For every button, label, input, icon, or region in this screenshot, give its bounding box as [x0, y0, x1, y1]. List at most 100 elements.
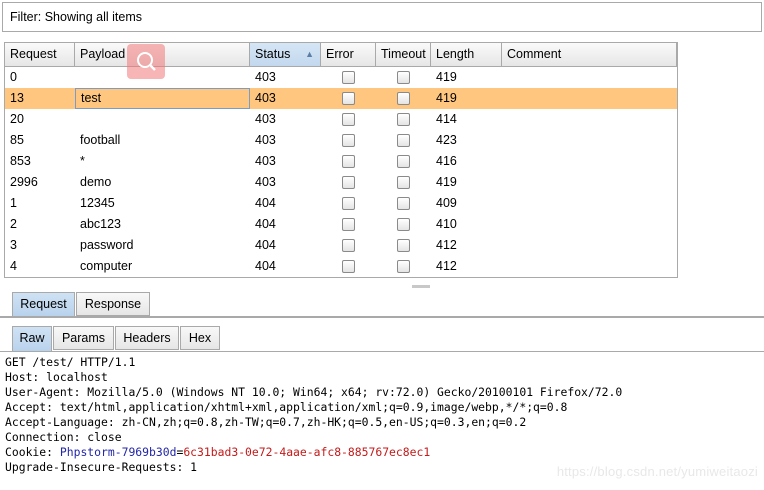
search-overlay[interactable]	[127, 44, 165, 79]
cell-length: 416	[436, 154, 457, 168]
table-row[interactable]: 20 403 414	[5, 109, 677, 130]
column-header-status-label: Status	[255, 47, 291, 61]
cell-payload: test	[75, 88, 250, 109]
request-line: GET /test/ HTTP/1.1	[5, 355, 136, 369]
tab-headers[interactable]: Headers	[115, 326, 179, 350]
error-checkbox-icon[interactable]	[342, 218, 355, 231]
cell-length: 419	[436, 175, 457, 189]
cell-request: 853	[10, 154, 31, 168]
cell-request: 85	[10, 133, 24, 147]
timeout-checkbox-icon[interactable]	[397, 260, 410, 273]
cell-status: 403	[255, 154, 276, 168]
tab-params[interactable]: Params	[53, 326, 114, 350]
cookie-label: Cookie:	[5, 445, 60, 459]
filter-label: Filter: Showing all items	[10, 10, 142, 24]
table-row[interactable]: 2996 demo 403 419	[5, 172, 677, 193]
split-grip-icon	[412, 285, 430, 288]
cell-payload: computer	[80, 259, 133, 273]
error-checkbox-icon[interactable]	[342, 176, 355, 189]
cell-length: 419	[436, 70, 457, 84]
cell-length: 423	[436, 133, 457, 147]
timeout-checkbox-icon[interactable]	[397, 239, 410, 252]
message-tab-bar-divider	[0, 351, 764, 352]
header-host: Host: localhost	[5, 370, 108, 384]
cell-length: 414	[436, 112, 457, 126]
cell-status: 403	[255, 175, 276, 189]
cell-status: 404	[255, 196, 276, 210]
cookie-name: Phpstorm-7969b30d	[59, 445, 177, 459]
cell-comment	[502, 88, 677, 109]
cell-comment	[502, 256, 677, 277]
cell-status: 403	[255, 91, 276, 105]
table-row[interactable]: 2 abc123 404 410	[5, 214, 677, 235]
cell-request: 2996	[10, 175, 38, 189]
timeout-checkbox-icon[interactable]	[397, 176, 410, 189]
cell-payload: 12345	[80, 196, 115, 210]
column-header-status[interactable]: Status ▲	[250, 43, 321, 66]
table-row[interactable]: 13 test 403 419	[5, 88, 677, 109]
cell-status: 403	[255, 70, 276, 84]
error-checkbox-icon[interactable]	[342, 260, 355, 273]
cell-payload: football	[80, 133, 121, 147]
cell-length: 412	[436, 259, 457, 273]
split-divider[interactable]	[0, 282, 764, 291]
timeout-checkbox-icon[interactable]	[397, 113, 410, 126]
filter-bar[interactable]: Filter: Showing all items	[2, 2, 762, 32]
cell-payload: *	[80, 154, 85, 168]
header-upgrade-insecure-requests: Upgrade-Insecure-Requests: 1	[5, 460, 198, 474]
header-cookie: Cookie: Phpstorm-7969b30d=6c31bad3-0e72-…	[5, 445, 430, 460]
error-checkbox-icon[interactable]	[342, 197, 355, 210]
table-row[interactable]: 4 computer 404 412	[5, 256, 677, 277]
results-table-header: Request Payload Status ▲ Error Timeout L…	[5, 43, 677, 67]
cell-payload: password	[80, 238, 134, 252]
cell-comment	[502, 193, 677, 214]
tab-request[interactable]: Request	[12, 292, 75, 317]
cell-request: 0	[10, 70, 17, 84]
table-row[interactable]: 85 football 403 423	[5, 130, 677, 151]
error-checkbox-icon[interactable]	[342, 239, 355, 252]
error-checkbox-icon[interactable]	[342, 71, 355, 84]
cell-status: 403	[255, 112, 276, 126]
error-checkbox-icon[interactable]	[342, 134, 355, 147]
timeout-checkbox-icon[interactable]	[397, 71, 410, 84]
cell-comment	[502, 172, 677, 193]
timeout-checkbox-icon[interactable]	[397, 155, 410, 168]
table-row[interactable]: 0 403 419	[5, 67, 677, 88]
column-header-error[interactable]: Error	[321, 43, 376, 66]
column-header-length[interactable]: Length	[431, 43, 502, 66]
timeout-checkbox-icon[interactable]	[397, 134, 410, 147]
error-checkbox-icon[interactable]	[342, 92, 355, 105]
timeout-checkbox-icon[interactable]	[397, 92, 410, 105]
error-checkbox-icon[interactable]	[342, 155, 355, 168]
cell-comment	[502, 130, 677, 151]
tab-bar-divider	[0, 316, 764, 318]
column-header-comment[interactable]: Comment	[502, 43, 677, 66]
results-table-body: 0 403 419 1 3 test 403 419 2 0 403 414 85 football 403…	[5, 67, 677, 277]
cell-length: 410	[436, 217, 457, 231]
timeout-checkbox-icon[interactable]	[397, 197, 410, 210]
cell-status: 404	[255, 238, 276, 252]
cell-request: 1	[10, 196, 17, 210]
cell-comment	[502, 235, 677, 256]
tab-response[interactable]: Response	[76, 292, 150, 316]
results-table: Request Payload Status ▲ Error Timeout L…	[4, 42, 678, 278]
cell-payload	[75, 109, 250, 130]
tab-raw[interactable]: Raw	[12, 326, 52, 352]
cookie-value: 6c31bad3-0e72-4aae-afc8-885767ec8ec1	[183, 445, 431, 459]
cell-comment	[502, 67, 677, 88]
tab-hex[interactable]: Hex	[180, 326, 220, 350]
error-checkbox-icon[interactable]	[342, 113, 355, 126]
timeout-checkbox-icon[interactable]	[397, 218, 410, 231]
cell-length: 419	[436, 91, 457, 105]
table-row[interactable]: 853 * 403 416	[5, 151, 677, 172]
column-header-timeout[interactable]: Timeout	[376, 43, 431, 66]
cell-status: 403	[255, 133, 276, 147]
table-row[interactable]: 3 password 404 412	[5, 235, 677, 256]
cell-request: 3	[10, 238, 17, 252]
table-row[interactable]: 1 12345 404 409	[5, 193, 677, 214]
watermark: https://blog.csdn.net/yumiweitaozi	[556, 464, 758, 479]
column-header-request[interactable]: Request	[5, 43, 75, 66]
cell-request: 4	[10, 259, 17, 273]
cell-comment	[502, 151, 677, 172]
cell-request: 2	[10, 217, 17, 231]
